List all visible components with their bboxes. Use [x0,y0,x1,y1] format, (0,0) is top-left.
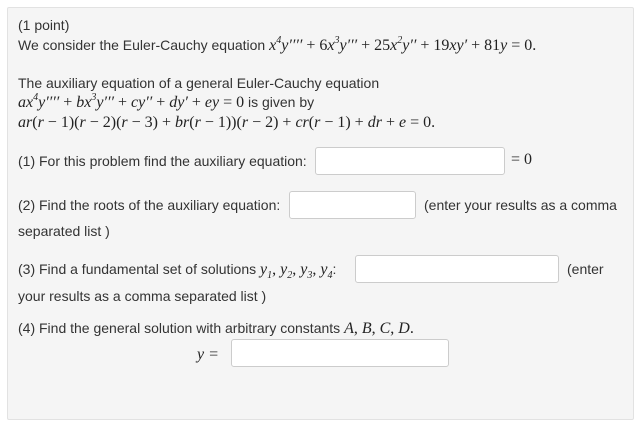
intro-text: We consider the Euler-Cauchy equation [18,37,266,53]
ode-equation: x4y′′′′ + 6x3y′′′ + 25x2y′′ + 19xy′ + 81… [269,34,537,54]
intro-line: We consider the Euler-Cauchy equation x4… [18,34,537,55]
arbitrary-constants: A, B, C, D. [344,320,414,337]
q3-label: (3) Find a fundamental set of solutions [18,261,257,277]
q1-equals-zero: = 0 [511,151,533,168]
q4-answer-input[interactable] [231,339,449,367]
general-aux-line: ar(r − 1)(r − 2)(r − 3) + br(r − 1))(r −… [18,114,435,132]
q2-answer-input[interactable] [289,191,416,219]
q3-hint: (enter [567,261,604,277]
q2-label: (2) Find the roots of the auxiliary equa… [18,197,281,213]
q3-hint-cont: your results as a comma separated list ) [18,288,267,304]
q2-hint-cont: separated list ) [18,223,110,239]
q1-answer-input[interactable] [315,147,505,175]
y-equals-label: y = [197,346,219,363]
aux-intro-text: The auxiliary equation of a general Eule… [18,75,380,91]
q4-label: (4) Find the general solution with arbit… [18,320,341,336]
is-given-by-text: is given by [248,94,315,110]
q4-line: (4) Find the general solution with arbit… [18,320,414,338]
solution-set-symbols: y1, y2, y3, y4 [260,261,333,282]
general-equation: ax4y′′′′ + bx3y′′′ + cy′′ + dy′ + ey = 0 [18,91,245,111]
q1-label: (1) For this problem find the auxiliary … [18,153,307,169]
problem-panel: (1 point) We consider the Euler-Cauchy e… [7,7,634,420]
q3-answer-input[interactable] [355,255,559,283]
q2-hint: (enter your results as a comma [424,197,617,213]
q3-line: (3) Find a fundamental set of solutions … [18,261,337,282]
general-eq-line: ax4y′′′′ + bx3y′′′ + cy′′ + dy′ + ey = 0… [18,91,315,112]
points-label: (1 point) [18,17,70,33]
general-aux-equation: ar(r − 1)(r − 2)(r − 3) + br(r − 1))(r −… [18,114,436,131]
